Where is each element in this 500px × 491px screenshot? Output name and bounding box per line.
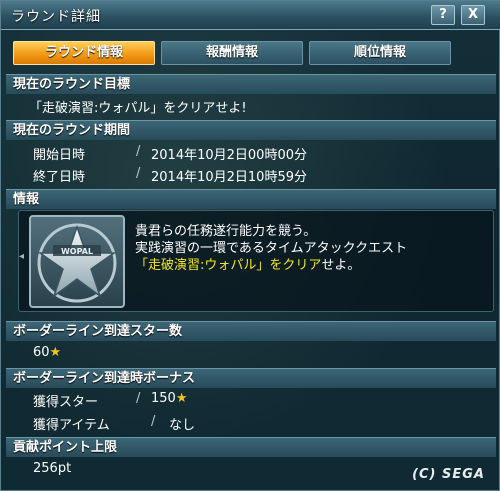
bonus-items-value: なし: [169, 418, 196, 433]
tab-bar: ラウンド情報 報酬情報 順位情報: [13, 41, 489, 65]
info-panel: ◂ WOPAL 貴君らの任務遂行能力を競う。 実践演習の一環であるタイムアタック…: [18, 210, 494, 312]
bonus-stars-separator: /: [136, 391, 141, 406]
period-heading: 現在のラウンド期間: [6, 120, 496, 140]
window-title: ラウンド詳細: [11, 9, 101, 25]
copyright-text: (C) SEGA: [412, 467, 485, 482]
emblem-star-icon: WOPAL: [37, 223, 117, 303]
star-icon: ★: [49, 345, 62, 360]
start-value: 2014年10月2日00時00分: [151, 148, 307, 163]
bonus-items-label: 獲得アイテム: [33, 418, 110, 433]
info-heading: 情報: [6, 189, 496, 209]
info-line-3: 「走破演習:ウォパル」をクリアせよ。: [135, 257, 407, 274]
end-separator: /: [136, 166, 141, 181]
info-description: 貴君らの任務遂行能力を競う。 実践演習の一環であるタイムアタッククエスト 「走破…: [135, 223, 407, 274]
tab-round-info[interactable]: ラウンド情報: [13, 41, 155, 65]
end-value: 2014年10月2日10時59分: [151, 170, 307, 185]
quest-emblem: WOPAL: [29, 215, 125, 308]
borderline-stars-value: 60★: [33, 345, 62, 360]
tab-ranking-info[interactable]: 順位情報: [309, 41, 451, 65]
help-icon: ?: [439, 7, 447, 22]
bonus-stars-label: 獲得スター: [33, 395, 99, 410]
contribution-value: 256pt: [33, 461, 72, 476]
info-line-1: 貴君らの任務遂行能力を競う。: [135, 224, 317, 239]
star-icon: ★: [175, 391, 188, 406]
close-icon: X: [467, 7, 479, 22]
emblem-side-arrow-icon: ◂: [19, 251, 25, 262]
goal-text: 「走破演習:ウォパル」をクリアせよ!: [29, 101, 247, 116]
bonus-items-separator: /: [151, 414, 156, 429]
start-label: 開始日時: [33, 148, 86, 163]
info-line-3-highlight: 「走破演習:ウォパル」をクリア: [135, 258, 322, 273]
tab-reward-info[interactable]: 報酬情報: [161, 41, 303, 65]
goal-heading: 現在のラウンド目標: [6, 74, 496, 94]
help-button[interactable]: ?: [431, 5, 455, 25]
borderline-stars-heading: ボーダーライン到達スター数: [6, 321, 496, 341]
start-separator: /: [136, 144, 141, 159]
bonus-stars-value: 150★: [151, 391, 188, 406]
round-details-window: ラウンド詳細 ? X ラウンド情報 報酬情報 順位情報 現在のラウンド目標 「走…: [0, 0, 500, 491]
end-label: 終了日時: [33, 170, 86, 185]
close-button[interactable]: X: [461, 5, 485, 25]
info-line-3-rest: せよ。: [321, 258, 361, 273]
emblem-label: WOPAL: [61, 247, 93, 256]
borderline-bonus-heading: ボーダーライン到達時ボーナス: [6, 368, 496, 388]
contribution-heading: 貢献ポイント上限: [6, 437, 496, 457]
info-line-2: 実践演習の一環であるタイムアタッククエスト: [135, 241, 408, 256]
title-bar[interactable]: ラウンド詳細 ? X: [1, 1, 500, 30]
